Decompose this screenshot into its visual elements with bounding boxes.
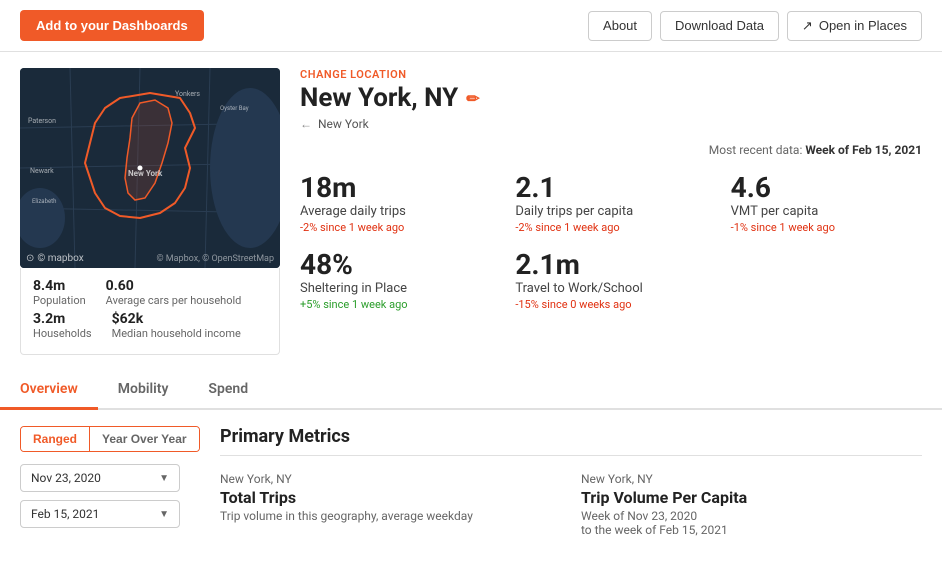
- avg-cars-value: 0.60: [106, 278, 242, 294]
- metric-change-1: -2% since 1 week ago: [515, 221, 706, 234]
- metric-item-3: 48% Sheltering in Place +5% since 1 week…: [300, 250, 491, 311]
- breadcrumb: ← New York: [300, 117, 922, 131]
- toolbar-right-buttons: About Download Data ↗ Open in Places: [588, 11, 922, 41]
- date-from-chevron-icon: ▼: [159, 473, 169, 484]
- tab-spend[interactable]: Spend: [188, 371, 268, 410]
- metric-item-1: 2.1 Daily trips per capita -2% since 1 w…: [515, 173, 706, 234]
- metric-value-3: 48%: [300, 250, 491, 281]
- median-income-stat: $62k Median household income: [112, 311, 241, 340]
- stats-row-1: 8.4m Population 0.60 Average cars per ho…: [33, 278, 267, 307]
- open-in-places-button[interactable]: ↗ Open in Places: [787, 11, 922, 41]
- card-location-1: New York, NY: [581, 472, 922, 486]
- tab-overview[interactable]: Overview: [0, 371, 98, 410]
- metric-value-4: 2.1m: [515, 250, 706, 281]
- filter-toggle: Ranged Year Over Year: [20, 426, 200, 452]
- metric-value-0: 18m: [300, 173, 491, 204]
- population-stat: 8.4m Population: [33, 278, 86, 307]
- mapbox-icon: ⊙: [26, 253, 34, 264]
- about-button[interactable]: About: [588, 11, 652, 41]
- bottom-section: Ranged Year Over Year Nov 23, 2020 ▼ Feb…: [0, 410, 942, 553]
- date-to-chevron-icon: ▼: [159, 509, 169, 520]
- households-stat: 3.2m Households: [33, 311, 92, 340]
- metric-label-0: Average daily trips: [300, 204, 491, 219]
- date-to-select[interactable]: Feb 15, 2021 ▼: [20, 500, 180, 528]
- metric-item-0: 18m Average daily trips -2% since 1 week…: [300, 173, 491, 234]
- median-income-label: Median household income: [112, 327, 241, 340]
- map-copyright: © Mapbox, © OpenStreetMap: [156, 254, 274, 264]
- date-to-value: Feb 15, 2021: [31, 507, 99, 521]
- svg-text:Elizabeth: Elizabeth: [32, 198, 56, 205]
- metric-change-3: +5% since 1 week ago: [300, 298, 491, 311]
- metric-item-4: 2.1m Travel to Work/School -15% since 0 …: [515, 250, 706, 311]
- download-data-button[interactable]: Download Data: [660, 11, 779, 41]
- svg-text:Paterson: Paterson: [28, 117, 56, 125]
- map-container[interactable]: Paterson Yonkers Oyster Bay Newark Eliza…: [20, 68, 280, 268]
- population-label: Population: [33, 294, 86, 307]
- households-value: 3.2m: [33, 311, 92, 327]
- location-header: Change Location New York, NY ✏ ← New Yor…: [300, 68, 922, 131]
- metric-change-2: -1% since 1 week ago: [731, 221, 922, 234]
- svg-text:Newark: Newark: [30, 167, 54, 175]
- yoy-filter-button[interactable]: Year Over Year: [89, 427, 199, 451]
- avg-cars-stat: 0.60 Average cars per household: [106, 278, 242, 307]
- stats-row-2: 3.2m Households $62k Median household in…: [33, 311, 267, 340]
- card-title-1: Trip Volume Per Capita: [581, 488, 922, 507]
- card-title-0: Total Trips: [220, 488, 561, 507]
- metric-label-4: Travel to Work/School: [515, 281, 706, 296]
- external-link-icon: ↗: [802, 18, 813, 34]
- section-divider: [220, 455, 922, 456]
- date-from-value: Nov 23, 2020: [31, 471, 101, 485]
- edit-location-icon[interactable]: ✏: [466, 89, 479, 108]
- left-panel: Paterson Yonkers Oyster Bay Newark Eliza…: [20, 68, 280, 355]
- svg-text:Oyster Bay: Oyster Bay: [220, 105, 249, 112]
- metric-value-1: 2.1: [515, 173, 706, 204]
- mapbox-attribution: ⊙ © mapbox: [26, 253, 84, 264]
- primary-metrics-title: Primary Metrics: [220, 426, 922, 447]
- data-date-value: Week of Feb 15, 2021: [805, 143, 922, 157]
- metric-change-4: -15% since 0 weeks ago: [515, 298, 706, 311]
- metric-label-1: Daily trips per capita: [515, 204, 706, 219]
- data-date: Most recent data: Week of Feb 15, 2021: [300, 143, 922, 157]
- metric-label-2: VMT per capita: [731, 204, 922, 219]
- add-dashboard-button[interactable]: Add to your Dashboards: [20, 10, 204, 41]
- card-desc-0: Trip volume in this geography, average w…: [220, 509, 561, 523]
- metric-card-0: New York, NY Total Trips Trip volume in …: [220, 472, 561, 537]
- location-stats-panel: 8.4m Population 0.60 Average cars per ho…: [20, 268, 280, 355]
- main-content: Paterson Yonkers Oyster Bay Newark Eliza…: [0, 52, 942, 371]
- tabs-container: OverviewMobilitySpend: [0, 371, 942, 410]
- ranged-filter-button[interactable]: Ranged: [21, 427, 89, 451]
- toolbar: Add to your Dashboards About Download Da…: [0, 0, 942, 52]
- metric-label-3: Sheltering in Place: [300, 281, 491, 296]
- card-desc-1: Week of Nov 23, 2020to the week of Feb 1…: [581, 509, 922, 537]
- filter-panel: Ranged Year Over Year Nov 23, 2020 ▼ Feb…: [20, 426, 220, 537]
- metric-item-2: 4.6 VMT per capita -1% since 1 week ago: [731, 173, 922, 234]
- city-name: New York, NY: [300, 83, 458, 113]
- tab-mobility[interactable]: Mobility: [98, 371, 189, 410]
- breadcrumb-link[interactable]: New York: [318, 117, 369, 131]
- households-label: Households: [33, 327, 92, 340]
- card-location-0: New York, NY: [220, 472, 561, 486]
- right-panel: Change Location New York, NY ✏ ← New Yor…: [300, 68, 922, 355]
- change-location-label[interactable]: Change Location: [300, 68, 922, 81]
- population-value: 8.4m: [33, 278, 86, 294]
- metric-value-2: 4.6: [731, 173, 922, 204]
- svg-text:Yonkers: Yonkers: [175, 90, 200, 98]
- location-title: New York, NY ✏: [300, 83, 922, 113]
- svg-text:New York: New York: [128, 169, 163, 178]
- date-from-select[interactable]: Nov 23, 2020 ▼: [20, 464, 180, 492]
- median-income-value: $62k: [112, 311, 241, 327]
- primary-metrics-section: Primary Metrics New York, NY Total Trips…: [220, 426, 922, 537]
- metric-change-0: -2% since 1 week ago: [300, 221, 491, 234]
- metrics-cards: New York, NY Total Trips Trip volume in …: [220, 472, 922, 537]
- breadcrumb-arrow-icon: ←: [300, 117, 312, 131]
- avg-cars-label: Average cars per household: [106, 294, 242, 307]
- metric-card-1: New York, NY Trip Volume Per Capita Week…: [581, 472, 922, 537]
- metrics-grid: 18m Average daily trips -2% since 1 week…: [300, 173, 922, 311]
